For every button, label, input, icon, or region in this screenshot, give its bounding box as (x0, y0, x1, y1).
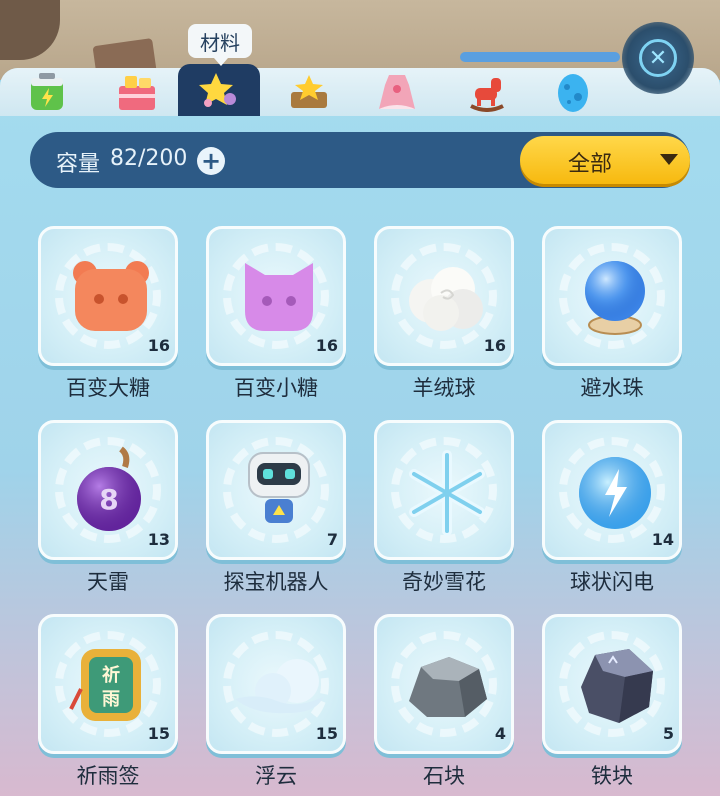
lightning-orb-icon (579, 457, 651, 529)
item-card (542, 614, 682, 754)
rain-charm-icon: 祈 雨 (69, 649, 141, 721)
item-name: 球状闪电 (570, 570, 654, 594)
item-count: 5 (662, 724, 674, 743)
blue-bar-decoration (460, 52, 620, 62)
svg-text:雨: 雨 (102, 689, 120, 710)
item-name: 天雷 (87, 570, 129, 594)
item-count: 13 (147, 530, 170, 549)
item-slot[interactable]: 5 铁块 (542, 614, 682, 788)
item-count: 16 (147, 336, 170, 355)
item-name: 石块 (423, 764, 465, 788)
filter-label: 全部 (568, 152, 613, 177)
tab-decor[interactable] (268, 68, 350, 116)
snowflake-icon (409, 450, 485, 536)
close-button[interactable]: ✕ (622, 22, 694, 94)
item-slot[interactable]: 14 球状闪电 (542, 420, 682, 594)
tab-toys[interactable] (446, 68, 528, 116)
item-count: 7 (326, 530, 338, 549)
tab-materials[interactable] (178, 64, 260, 116)
capacity-label: 容量 (56, 152, 101, 177)
item-count: 15 (315, 724, 338, 743)
item-slot[interactable]: 祈 雨 15 祈雨签 (38, 614, 178, 788)
water-orb-icon (585, 261, 645, 335)
tab-clothing[interactable] (356, 68, 438, 116)
item-count: 16 (315, 336, 338, 355)
svg-text:8: 8 (99, 483, 118, 516)
item-slot[interactable]: 16 羊绒球 (374, 226, 514, 400)
item-card (206, 420, 346, 560)
rocking-horse-icon (470, 78, 504, 112)
robot-icon (248, 452, 310, 523)
item-name: 奇妙雪花 (402, 570, 486, 594)
svg-text:祈: 祈 (102, 664, 120, 686)
stone-icon (409, 657, 487, 717)
close-icon: ✕ (639, 39, 677, 77)
item-name: 百变小糖 (234, 376, 318, 400)
item-slot[interactable]: 16 百变小糖 (206, 226, 346, 400)
item-count: 16 (483, 336, 506, 355)
item-card (374, 614, 514, 754)
item-name: 祈雨签 (76, 764, 140, 788)
item-slot[interactable]: 8 13 天雷 (38, 420, 178, 594)
wool-ball-icon (409, 267, 483, 331)
item-slot[interactable]: 16 百变大糖 (38, 226, 178, 400)
star-materials-icon (199, 73, 236, 107)
item-name: 浮云 (255, 764, 297, 788)
item-slot[interactable]: 4 石块 (374, 614, 514, 788)
dress-icon (379, 75, 415, 109)
active-tab-tooltip: 材料 (188, 24, 252, 66)
item-slot[interactable]: 15 浮云 (206, 614, 346, 788)
item-card (542, 226, 682, 366)
capacity-value: 82/200 (110, 146, 188, 171)
cloud-icon (235, 659, 323, 714)
star-crown-icon (291, 75, 327, 108)
tab-pets[interactable] (532, 68, 614, 116)
item-slot[interactable]: 奇妙雪花 (374, 420, 514, 594)
item-count: 4 (494, 724, 506, 743)
item-count: 15 (147, 724, 170, 743)
battery-icon (31, 73, 63, 110)
tab-battery[interactable] (6, 68, 88, 116)
item-name: 百变大糖 (66, 376, 150, 400)
item-card (374, 420, 514, 560)
expand-capacity-button[interactable]: + (197, 147, 225, 175)
orange-bear-candy-icon (73, 261, 149, 331)
item-slot[interactable]: 7 探宝机器人 (206, 420, 346, 594)
tab-gift[interactable] (96, 68, 178, 116)
item-count: 14 (651, 530, 674, 549)
item-name: 羊绒球 (412, 376, 476, 400)
blue-egg-icon (558, 74, 588, 112)
item-name: 铁块 (591, 764, 633, 788)
bomb-icon: 8 (77, 446, 141, 531)
item-name: 避水珠 (580, 376, 644, 400)
wood-decoration (0, 0, 60, 60)
item-name: 探宝机器人 (223, 570, 329, 594)
chevron-down-icon (660, 154, 678, 165)
purple-cat-candy-icon (245, 263, 313, 331)
gift-box-icon (119, 76, 155, 110)
item-slot[interactable]: 避水珠 (542, 226, 682, 400)
iron-ore-icon (581, 649, 653, 723)
